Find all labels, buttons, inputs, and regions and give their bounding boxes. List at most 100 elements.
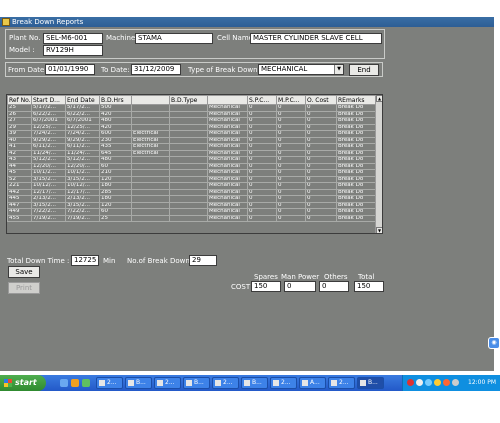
taskbar-window-button[interactable]: B... (125, 377, 152, 389)
tray-network-icon[interactable] (416, 379, 423, 386)
title-bar: Break Down Reports (0, 17, 494, 27)
table-cell: Mechanical (207, 214, 248, 222)
taskbar-button-label: B... (136, 379, 146, 386)
taskbar-button-label: 2... (165, 379, 175, 386)
model-field[interactable]: RV129H (43, 45, 103, 56)
taskbar-window-button[interactable]: 2... (96, 377, 123, 389)
window-app-icon (215, 380, 221, 386)
browser-icon[interactable] (71, 379, 79, 387)
column-header[interactable]: S.P.C... (247, 95, 277, 105)
column-header[interactable]: Start D... (31, 95, 66, 105)
window-app-icon (302, 380, 308, 386)
column-header[interactable]: B.D.Hrs (99, 95, 132, 105)
machine-field[interactable]: STAMA (135, 33, 213, 44)
from-date-field[interactable]: 01/01/1990 (45, 64, 95, 75)
table-row[interactable]: 455 7/19/2... 7/19/2... 25 Mechanical 0 0 0 Brea… (7, 214, 377, 222)
from-date-label: From Date (8, 66, 45, 74)
window-title: Break Down Reports (12, 18, 84, 26)
break-down-reports-window: Break Down Reports Plant No. SEL-M6-001 … (0, 17, 494, 371)
column-header[interactable]: O. Cost (305, 95, 337, 105)
spares-cost-field[interactable]: 150 (251, 281, 281, 292)
taskbar-window-button[interactable]: 2... (154, 377, 181, 389)
no-of-breakdown-field[interactable]: 29 (189, 255, 217, 266)
desktop-icon[interactable] (60, 379, 68, 387)
type-of-breakdown-label: Type of Break Down (188, 66, 258, 74)
table-cell: Break Do (336, 214, 377, 222)
taskbar-button-label: 2... (107, 379, 117, 386)
table-cell (131, 214, 170, 222)
type-of-breakdown-select[interactable]: MECHANICAL ▼ (258, 64, 344, 75)
notification-icon[interactable]: ◉ (488, 337, 500, 349)
cell-name-label: Cell Name (217, 34, 253, 42)
table-cell: 7/19/2... (65, 214, 100, 222)
tray-update-icon[interactable] (434, 379, 441, 386)
scroll-up-icon[interactable]: ▲ (376, 95, 382, 102)
window-app-icon (186, 380, 192, 386)
column-header[interactable] (131, 95, 170, 105)
column-header[interactable]: M.P.C... (276, 95, 306, 105)
taskbar-button-label: B... (194, 379, 204, 386)
window-app-icon (244, 380, 250, 386)
min-label: Min (103, 257, 116, 265)
total-down-time-field[interactable]: 12725 (71, 255, 99, 266)
taskbar-button-label: 2... (339, 379, 349, 386)
end-button[interactable]: End (349, 64, 379, 76)
table-cell: 0 (276, 214, 306, 222)
others-cost-field[interactable]: 0 (319, 281, 349, 292)
taskbar-button-label: A... (310, 379, 320, 386)
scroll-down-icon[interactable]: ▼ (376, 227, 382, 233)
window-app-icon (157, 380, 163, 386)
taskbar-button-label: B... (368, 379, 378, 386)
taskbar-window-button[interactable]: 2... (328, 377, 355, 389)
table-cell (169, 214, 208, 222)
tray-volume-icon[interactable] (425, 379, 432, 386)
table-vertical-scrollbar[interactable]: ▲ ▼ (375, 95, 382, 233)
table-cell: 0 (305, 214, 337, 222)
window-app-icon (331, 380, 337, 386)
tray-printer-icon[interactable] (452, 379, 459, 386)
print-button[interactable]: Print (8, 282, 40, 294)
total-down-time-label: Total Down Time : (7, 257, 70, 265)
chevron-down-icon[interactable]: ▼ (334, 65, 343, 74)
messenger-icon[interactable] (82, 379, 90, 387)
taskbar: start 2... B... 2... B... 2... B... 2... A... 2.… (0, 375, 500, 391)
start-button[interactable]: start (0, 375, 46, 391)
system-tray: 12:00 PM (402, 375, 500, 391)
taskbar-button-label: B... (252, 379, 262, 386)
total-cost-field: 150 (354, 281, 384, 292)
column-header[interactable]: B.D.Type (169, 95, 208, 105)
taskbar-button-label: 2... (223, 379, 233, 386)
start-label: start (15, 378, 37, 387)
taskbar-window-button[interactable]: B... (241, 377, 268, 389)
taskbar-window-button[interactable]: 2... (212, 377, 239, 389)
taskbar-window-button[interactable]: 2... (270, 377, 297, 389)
taskbar-window-button[interactable]: B... (357, 377, 384, 389)
breakdown-table[interactable]: Ref No. Start D... End Date B.D.Hrs B.D.Type… (6, 94, 383, 234)
column-header[interactable]: Ref No. (7, 95, 32, 105)
table-cell: 0 (247, 214, 277, 222)
tray-antivirus-icon[interactable] (407, 379, 414, 386)
taskbar-window-button[interactable]: B... (183, 377, 210, 389)
save-button[interactable]: Save (8, 266, 40, 278)
man-power-cost-field[interactable]: 0 (284, 281, 316, 292)
column-header[interactable] (207, 95, 248, 105)
column-header[interactable]: End Date (65, 95, 100, 105)
plant-no-field[interactable]: SEL-M6-001 (43, 33, 103, 44)
window-app-icon (273, 380, 279, 386)
model-label: Model : (9, 46, 35, 54)
no-of-breakdown-label: No.of Break Down (127, 257, 190, 265)
column-header[interactable]: REmarks (336, 95, 377, 105)
tray-security-icon[interactable] (443, 379, 450, 386)
taskbar-window-button[interactable]: A... (299, 377, 326, 389)
table-cell: 7/19/2... (31, 214, 66, 222)
cell-name-field[interactable]: MASTER CYLINDER SLAVE CELL (250, 33, 382, 44)
clock[interactable]: 12:00 PM (468, 375, 496, 391)
machine-label: Machine (106, 34, 136, 42)
cost-label: COST (231, 283, 251, 291)
type-of-breakdown-value: MECHANICAL (261, 65, 308, 73)
table-header-row: Ref No. Start D... End Date B.D.Hrs B.D.Type… (7, 95, 377, 105)
taskbar-button-label: 2... (281, 379, 291, 386)
window-app-icon (360, 380, 366, 386)
plant-no-label: Plant No. (9, 34, 41, 42)
to-date-field[interactable]: 31/12/2009 (131, 64, 181, 75)
